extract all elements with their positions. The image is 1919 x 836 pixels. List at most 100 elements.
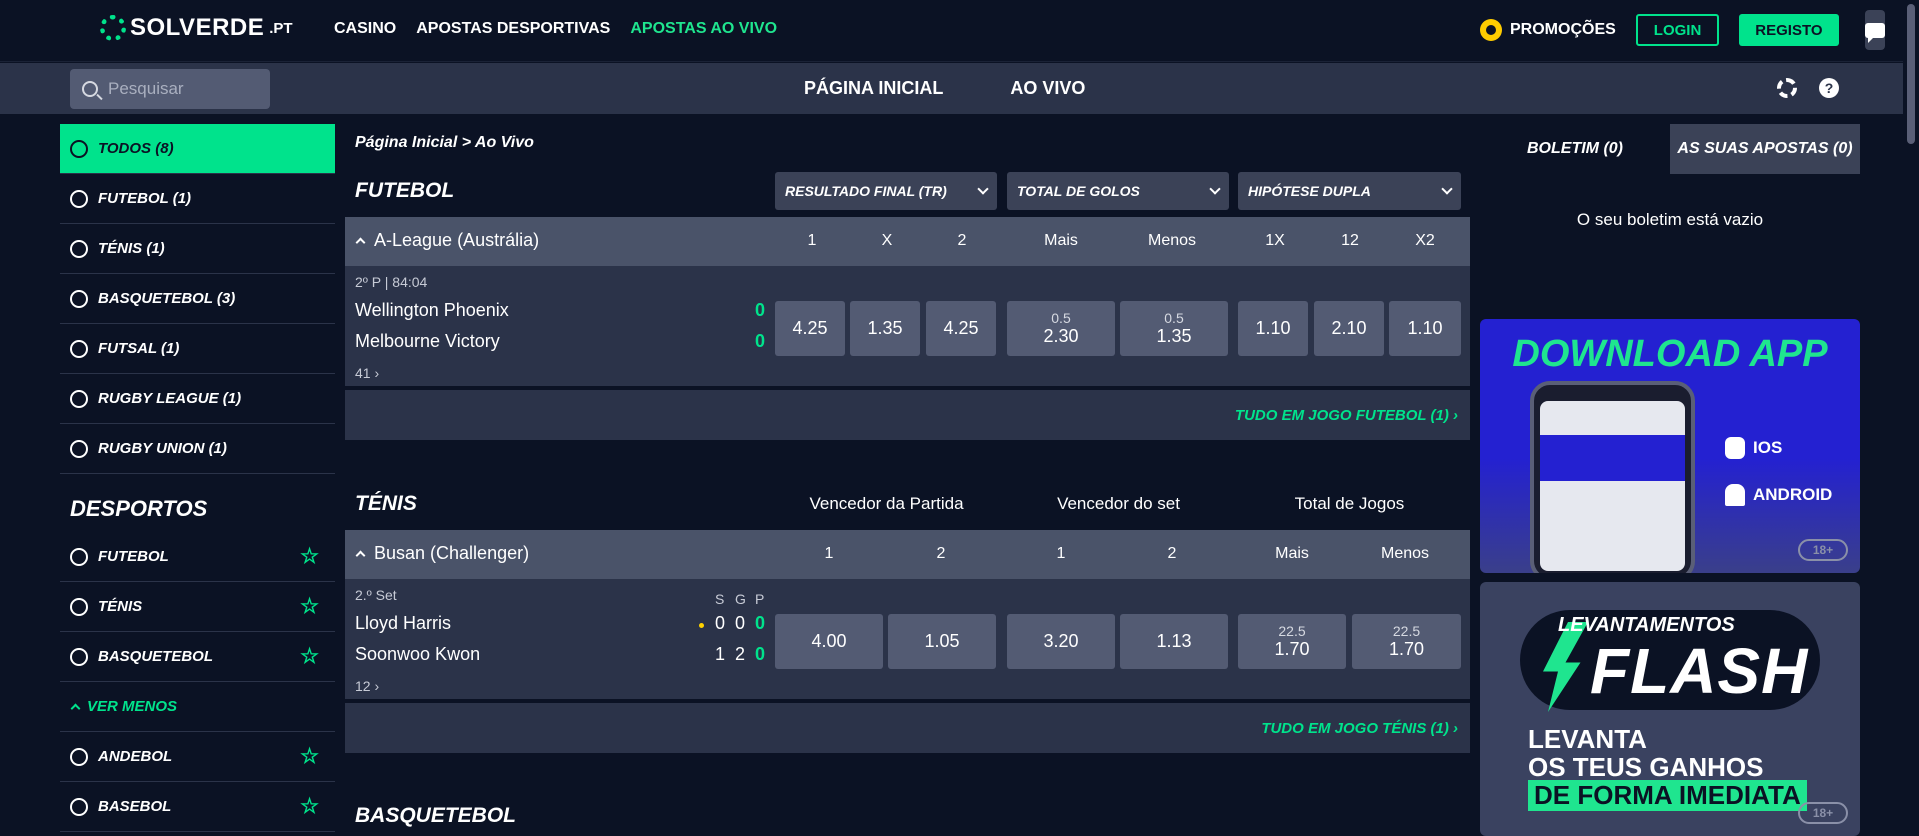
match-row-tennis[interactable]: 2.º Set S G P Lloyd Harris Soonwoo Kwon … <box>345 579 1470 701</box>
download-app-banner[interactable]: DOWNLOAD APP IOS ANDROID 18+ <box>1480 319 1860 573</box>
odd-button-x2[interactable]: 1.10 <box>1389 301 1461 356</box>
odd-button-1x[interactable]: 1.10 <box>1238 301 1308 356</box>
match-period: 2.º Set <box>355 587 397 603</box>
odd-button-draw[interactable]: 1.35 <box>850 301 920 356</box>
sports-item-basketball[interactable]: BASQUETEBOL ☆ <box>60 632 335 682</box>
show-less-label: VER MENOS <box>87 698 178 715</box>
sports-item-handball[interactable]: ANDEBOL ☆ <box>60 732 335 782</box>
odd-button-away[interactable]: 4.25 <box>926 301 996 356</box>
points-header: P <box>755 591 765 607</box>
tab-my-bets[interactable]: AS SUAS APOSTAS (0) <box>1670 124 1860 174</box>
star-icon[interactable]: ☆ <box>300 644 319 669</box>
sports-item-football[interactable]: FUTEBOL ☆ <box>60 532 335 582</box>
sports-item-label: FUTEBOL <box>98 548 169 565</box>
nav-link-sports-betting[interactable]: APOSTAS DESPORTIVAS <box>416 20 610 38</box>
flash-word: FLASH <box>1590 635 1809 707</box>
promotions-link[interactable]: PROMOÇÕES <box>1480 19 1616 41</box>
chat-button[interactable] <box>1864 10 1885 50</box>
match-row-football[interactable]: 2º P | 84:04 Wellington Phoenix Melbourn… <box>345 266 1470 388</box>
flash-withdrawals-banner[interactable]: LEVANTAMENTOS FLASH LEVANTA OS TEUS GANH… <box>1480 582 1860 836</box>
odd-button-home[interactable]: 4.25 <box>775 301 845 356</box>
games-header: G <box>735 591 746 607</box>
nav-link-live-betting[interactable]: APOSTAS AO VIVO <box>630 20 777 38</box>
home-score: 0 <box>755 300 766 320</box>
odd-button-games-over[interactable]: 22.5 1.70 <box>1238 614 1346 669</box>
more-markets-link[interactable]: 41 › <box>355 365 379 381</box>
odd-value: 1.05 <box>924 631 960 651</box>
market-header-set-winner: Vencedor do set <box>1057 494 1180 513</box>
baseball-icon <box>70 797 88 816</box>
flash-line-2: OS TEUS GANHOS <box>1528 752 1764 782</box>
help-icon[interactable]: ? <box>1819 78 1839 98</box>
column-header: 2 <box>957 232 967 249</box>
odd-button-over[interactable]: 0.5 2.30 <box>1007 301 1115 356</box>
odd-value: 4.00 <box>811 631 847 651</box>
odd-button-set-2[interactable]: 1.13 <box>1120 614 1228 669</box>
gear-icon[interactable] <box>1777 78 1797 98</box>
ios-label: IOS <box>1753 438 1783 457</box>
sports-item-tennis[interactable]: TÉNIS ☆ <box>60 582 335 632</box>
sports-item-baseball[interactable]: BASEBOL ☆ <box>60 782 335 832</box>
home-games: 0 <box>735 613 746 633</box>
star-icon[interactable]: ☆ <box>300 794 319 819</box>
page-scrollbar[interactable] <box>1903 0 1919 836</box>
league-header-a-league[interactable]: A-League (Austrália) 1 X 2 Mais Menos 1X… <box>345 217 1470 266</box>
android-link[interactable]: ANDROID <box>1725 484 1832 506</box>
odd-button-match-1[interactable]: 4.00 <box>775 614 883 669</box>
futsal-icon <box>70 339 88 358</box>
sidebar-item-all[interactable]: TODOS (8) <box>60 124 335 174</box>
more-markets-link[interactable]: 12 › <box>355 678 379 694</box>
chat-icon <box>1864 22 1885 43</box>
register-button[interactable]: REGISTO <box>1739 14 1839 46</box>
odd-value: 2.10 <box>1331 318 1367 338</box>
odd-button-games-under[interactable]: 22.5 1.70 <box>1352 614 1461 669</box>
all-live-tennis-label: TUDO EM JOGO TÉNIS (1) <box>1261 720 1449 737</box>
logo[interactable]: SOLVERDE .PT <box>100 14 293 42</box>
odd-button-match-2[interactable]: 1.05 <box>888 614 996 669</box>
home-player: Lloyd Harris <box>355 613 452 633</box>
dropdown-label: TOTAL DE GOLOS <box>1017 183 1140 199</box>
column-header: Mais <box>1275 545 1309 562</box>
sidebar-item-football[interactable]: FUTEBOL (1) <box>60 174 335 224</box>
sidebar-item-tennis[interactable]: TÉNIS (1) <box>60 224 335 274</box>
phone-mockup-icon <box>1530 381 1695 573</box>
odd-button-set-1[interactable]: 3.20 <box>1007 614 1115 669</box>
market-dropdown-double-chance[interactable]: HIPÓTESE DUPLA <box>1238 172 1461 210</box>
all-live-football-link[interactable]: TUDO EM JOGO FUTEBOL (1) › <box>1235 407 1458 424</box>
match-clock: 84:04 <box>392 274 428 290</box>
show-less-link[interactable]: VER MENOS <box>60 682 335 732</box>
column-header: 2 <box>936 545 946 562</box>
odd-button-under[interactable]: 0.5 1.35 <box>1120 301 1228 356</box>
all-live-tennis-link[interactable]: TUDO EM JOGO TÉNIS (1) › <box>1261 720 1458 737</box>
market-dropdown-result[interactable]: RESULTADO FINAL (TR) <box>775 172 997 210</box>
search-input[interactable] <box>108 79 258 99</box>
odd-value: 3.20 <box>1043 631 1079 651</box>
sidebar-item-futsal[interactable]: FUTSAL (1) <box>60 324 335 374</box>
logo-text: SOLVERDE <box>130 14 265 41</box>
tab-home[interactable]: PÁGINA INICIAL <box>804 78 943 99</box>
sidebar-item-rugby-league[interactable]: RUGBY LEAGUE (1) <box>60 374 335 424</box>
login-button[interactable]: LOGIN <box>1635 14 1720 46</box>
odd-value: 1.10 <box>1407 318 1443 338</box>
market-dropdown-total-goals[interactable]: TOTAL DE GOLOS <box>1007 172 1229 210</box>
scrollbar-thumb[interactable] <box>1907 4 1915 144</box>
odd-value: 1.70 <box>1388 639 1425 659</box>
star-icon[interactable]: ☆ <box>300 744 319 769</box>
nav-link-casino[interactable]: CASINO <box>334 20 396 38</box>
search-box[interactable] <box>70 69 270 109</box>
ios-link[interactable]: IOS <box>1725 437 1782 459</box>
star-icon[interactable]: ☆ <box>300 594 319 619</box>
star-icon[interactable]: ☆ <box>300 544 319 569</box>
home-points: 0 <box>755 613 766 633</box>
search-icon <box>82 81 98 97</box>
rugby-icon <box>70 389 88 408</box>
sidebar-item-basketball[interactable]: BASQUETEBOL (3) <box>60 274 335 324</box>
away-points: 0 <box>755 644 766 664</box>
sidebar-item-label: FUTSAL (1) <box>98 340 180 357</box>
tab-live[interactable]: AO VIVO <box>1010 78 1085 99</box>
odd-button-12[interactable]: 2.10 <box>1314 301 1384 356</box>
tab-betslip[interactable]: BOLETIM (0) <box>1480 124 1670 174</box>
sidebar-item-rugby-union[interactable]: RUGBY UNION (1) <box>60 424 335 474</box>
column-header: 2 <box>1167 545 1177 562</box>
league-header-busan[interactable]: Busan (Challenger) 1 2 1 2 Mais Menos <box>345 530 1470 579</box>
